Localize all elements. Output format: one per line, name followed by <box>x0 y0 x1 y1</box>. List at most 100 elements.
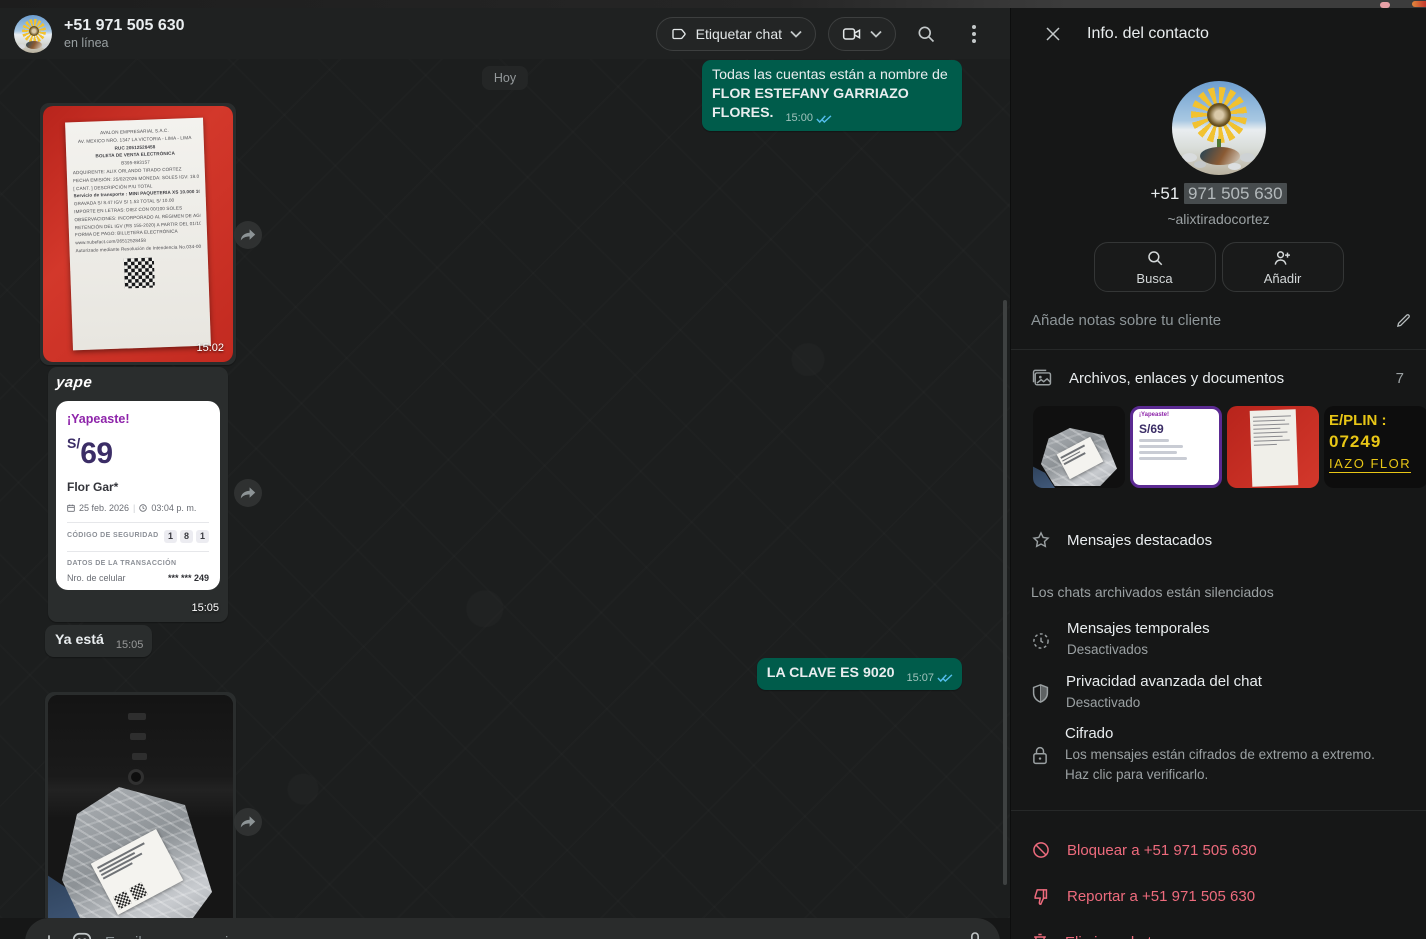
timer-icon <box>1031 622 1051 660</box>
message-clave[interactable]: LA CLAVE ES 9020 15:07 <box>757 658 962 690</box>
danger-actions: Bloquear a +51 971 505 630 Reportar a +5… <box>1011 827 1426 939</box>
contact-avatar[interactable] <box>14 15 52 53</box>
starred-messages-label: Mensajes destacados <box>1067 532 1212 549</box>
search-icon <box>1146 249 1164 267</box>
receipt-photo-background: AVALON EMPRESARIAL S.A.C. AV. MEXICO NRO… <box>43 106 233 362</box>
attach-plus-icon[interactable] <box>39 932 59 939</box>
archived-chats-note: Los chats archivados están silenciados <box>1011 584 1426 600</box>
forward-message-button[interactable] <box>234 479 262 507</box>
yape-logo: yape <box>55 373 93 393</box>
message-text-line1: Todas las cuentas están a nombre de <box>712 66 953 85</box>
read-receipt-icon <box>816 114 832 124</box>
message-time: 15:05 <box>191 601 219 616</box>
thumbs-down-icon <box>1031 887 1051 906</box>
label-icon <box>670 25 688 43</box>
shield-icon <box>1031 675 1050 713</box>
package-photo-background <box>48 695 233 918</box>
message-time: 15:07 <box>906 671 934 686</box>
media-thumb-plin[interactable]: E/PLIN : 07249 IAZO FLOR <box>1324 406 1426 488</box>
receipt-photo[interactable]: AVALON EMPRESARIAL S.A.C. AV. MEXICO NRO… <box>43 106 233 362</box>
media-files-count: 7 <box>1396 370 1406 387</box>
media-thumbnails: ¡Yapeaste! S/69 E/PLIN : 07249 IAZO FLOR <box>1011 406 1426 488</box>
contact-avatar-large[interactable] <box>1172 81 1266 175</box>
message-yape-card[interactable]: yape ¡Yapeaste! S/69 Flor Gar* 25 feb. 2… <box>48 367 228 622</box>
chat-scrollbar[interactable] <box>1003 300 1007 885</box>
chevron-down-icon <box>870 30 882 38</box>
yape-title: ¡Yapeaste! <box>67 411 209 428</box>
message-ya-esta[interactable]: Ya está 15:05 <box>45 625 152 657</box>
message-receipt-image[interactable]: AVALON EMPRESARIAL S.A.C. AV. MEXICO NRO… <box>40 103 236 365</box>
panel-title: Info. del contacto <box>1087 25 1209 43</box>
contact-info-panel: Info. del contacto +51 971 505 630 ~alix… <box>1010 8 1426 939</box>
search-in-chat-button[interactable] <box>908 16 944 52</box>
block-icon <box>1031 840 1051 860</box>
receipt-paper: AVALON EMPRESARIAL S.A.C. AV. MEXICO NRO… <box>65 118 211 351</box>
message-input[interactable]: Escribe un mensaje <box>105 934 954 939</box>
trash-icon <box>1031 932 1049 939</box>
package-photo[interactable] <box>48 695 233 918</box>
report-contact-button[interactable]: Reportar a +51 971 505 630 <box>1011 873 1426 919</box>
forward-message-button[interactable] <box>234 221 262 249</box>
label-chat-text: Etiquetar chat <box>696 26 782 42</box>
yape-security-label: CÓDIGO DE SEGURIDAD <box>67 531 159 540</box>
search-button-label: Busca <box>1136 271 1172 286</box>
forward-message-button[interactable] <box>234 808 262 836</box>
chat-menu-button[interactable] <box>956 16 992 52</box>
media-files-row[interactable]: Archivos, enlaces y documentos 7 <box>1011 350 1426 406</box>
clock-icon <box>139 504 147 512</box>
whatsapp-window: +51 971 505 630 en línea Etiquetar chat <box>0 0 1426 939</box>
message-composer[interactable]: Escribe un mensaje <box>25 918 1000 939</box>
microphone-icon[interactable] <box>966 931 984 939</box>
add-contact-button[interactable]: Añadir <box>1222 242 1344 292</box>
chat-header: +51 971 505 630 en línea Etiquetar chat <box>0 8 1010 59</box>
contact-username: ~alixtiradocortez <box>1011 211 1426 227</box>
contact-header-text[interactable]: +51 971 505 630 en línea <box>64 17 185 49</box>
yape-amount: S/69 <box>67 434 209 475</box>
advanced-privacy-row[interactable]: Privacidad avanzada del chat Desactivado <box>1011 673 1426 713</box>
avatar-image <box>14 15 52 53</box>
block-contact-button[interactable]: Bloquear a +51 971 505 630 <box>1011 827 1426 873</box>
divider <box>1011 810 1426 811</box>
close-icon[interactable] <box>1039 20 1067 48</box>
emoji-icon[interactable] <box>71 931 93 939</box>
window-corner-accent <box>1412 1 1426 7</box>
window-top-strip <box>0 0 1426 8</box>
edit-pencil-icon[interactable] <box>1395 312 1412 329</box>
panel-header: Info. del contacto <box>1011 8 1426 59</box>
yape-recipient: Flor Gar* <box>67 479 209 495</box>
disappearing-messages-label: Mensajes temporales <box>1067 620 1210 637</box>
media-thumb-receipt[interactable] <box>1227 406 1319 488</box>
block-contact-label: Bloquear a +51 971 505 630 <box>1067 842 1257 859</box>
phone-number-selected[interactable]: 971 505 630 <box>1184 183 1287 204</box>
avatar-image <box>1172 81 1266 175</box>
chevron-down-icon <box>790 30 802 38</box>
message-time: 15:00 <box>785 111 813 126</box>
starred-messages-row[interactable]: Mensajes destacados <box>1011 520 1426 560</box>
delete-chat-label: Eliminar chat <box>1065 934 1152 939</box>
advanced-privacy-status: Desactivado <box>1066 693 1262 713</box>
message-accounts-banner[interactable]: Todas las cuentas están a nombre de FLOR… <box>702 60 962 131</box>
delete-chat-button[interactable]: Eliminar chat <box>1011 919 1426 939</box>
media-thumb-yape[interactable]: ¡Yapeaste! S/69 <box>1130 406 1222 488</box>
photos-icon <box>1031 368 1053 388</box>
media-thumb-package[interactable] <box>1033 406 1125 488</box>
video-call-button[interactable] <box>828 17 896 51</box>
disappearing-messages-status: Desactivados <box>1067 640 1210 660</box>
calendar-icon <box>67 504 75 512</box>
advanced-privacy-label: Privacidad avanzada del chat <box>1066 673 1262 690</box>
conversation-area: Hoy Todas las cuentas están a nombre de … <box>0 59 1010 918</box>
star-icon <box>1031 530 1051 550</box>
encryption-row[interactable]: Cifrado Los mensajes están cifrados de e… <box>1011 725 1426 784</box>
lock-icon <box>1031 727 1049 784</box>
client-notes-row[interactable]: Añade notas sobre tu cliente <box>1011 312 1426 329</box>
search-contact-button[interactable]: Busca <box>1094 242 1216 292</box>
date-chip: Hoy <box>482 66 528 90</box>
encryption-description: Los mensajes están cifrados de extremo a… <box>1065 745 1395 784</box>
yape-receipt-card: ¡Yapeaste! S/69 Flor Gar* 25 feb. 2026 | <box>56 401 220 590</box>
message-package-image[interactable] <box>45 692 236 918</box>
yape-transaction-label: DATOS DE LA TRANSACCIÓN <box>67 559 209 568</box>
message-time: 15:05 <box>116 638 144 653</box>
read-receipt-icon <box>937 673 953 683</box>
label-chat-button[interactable]: Etiquetar chat <box>656 17 816 51</box>
disappearing-messages-row[interactable]: Mensajes temporales Desactivados <box>1011 620 1426 660</box>
